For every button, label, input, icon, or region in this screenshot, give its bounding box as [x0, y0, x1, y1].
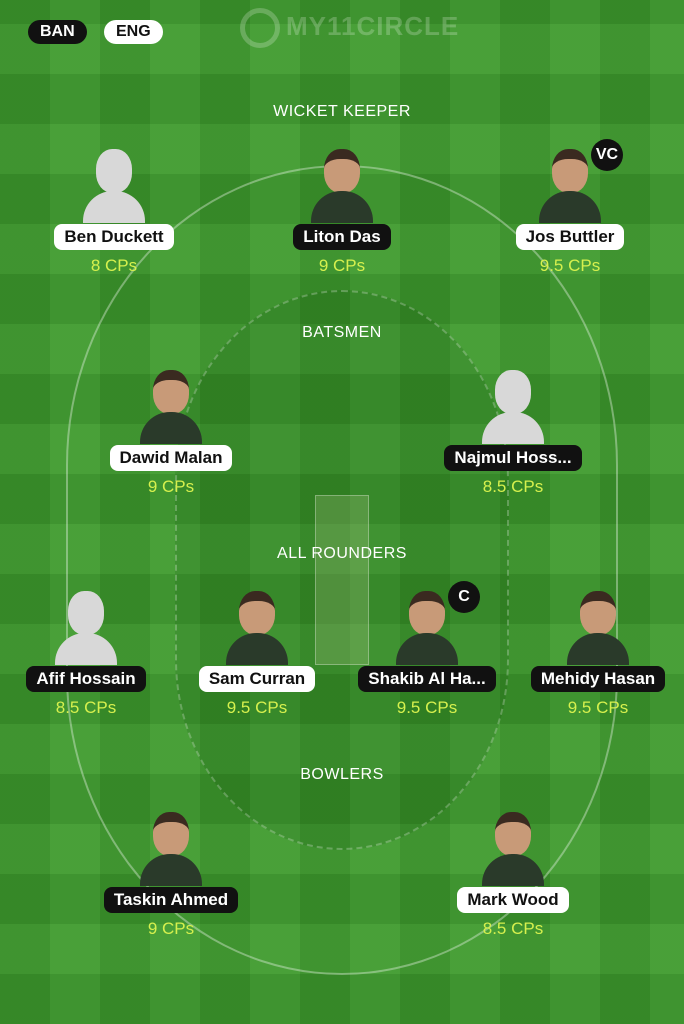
player-card[interactable]: Ben Duckett 8 CPs: [24, 145, 204, 276]
player-credits: 8.5 CPs: [482, 919, 544, 938]
player-placeholder-icon: [83, 145, 145, 223]
player-photo: [140, 366, 202, 444]
logo-text: MY11CIRCLE: [286, 10, 460, 41]
section-label: BOWLERS: [300, 766, 384, 783]
player-photo: [140, 808, 202, 886]
player-card[interactable]: Mehidy Hasan 9.5 CPs: [508, 587, 684, 718]
player-card[interactable]: Taskin Ahmed 9 CPs: [81, 808, 261, 939]
player-card[interactable]: VC Jos Buttler 9.5 CPs: [480, 139, 660, 276]
player-photo: [482, 808, 544, 886]
player-name: Taskin Ahmed: [103, 887, 239, 913]
player-credits: 9.5 CPs: [396, 698, 458, 717]
player-card[interactable]: Afif Hossain 8.5 CPs: [0, 587, 176, 718]
player-name: Afif Hossain: [26, 666, 146, 692]
player-credits: 9 CPs: [318, 256, 366, 275]
logo: MY11CIRCLE: [240, 8, 459, 48]
player-photo: [567, 587, 629, 665]
player-credits: 9.5 CPs: [539, 256, 601, 275]
player-credits: 9 CPs: [147, 919, 195, 938]
player-card[interactable]: Dawid Malan 9 CPs: [81, 366, 261, 497]
cricket-field: BAN ENG MY11CIRCLE WICKET KEEPER Ben Duc…: [0, 0, 684, 1024]
section-label: WICKET KEEPER: [273, 103, 411, 120]
player-card[interactable]: Najmul Hoss... 8.5 CPs: [423, 366, 603, 497]
player-photo: VC: [539, 139, 623, 223]
team-tag-eng: ENG: [104, 20, 163, 44]
player-name: Mark Wood: [457, 887, 569, 913]
player-card[interactable]: C Shakib Al Ha... 9.5 CPs: [337, 581, 517, 718]
player-name: Sam Curran: [198, 666, 316, 692]
player-credits: 8.5 CPs: [482, 477, 544, 496]
player-name: Najmul Hoss...: [444, 445, 582, 471]
player-name: Shakib Al Ha...: [358, 666, 496, 692]
player-name: Dawid Malan: [109, 445, 233, 471]
player-card[interactable]: Mark Wood 8.5 CPs: [423, 808, 603, 939]
player-placeholder-icon: [482, 366, 544, 444]
team-tag-ban: BAN: [28, 20, 87, 44]
player-credits: 9.5 CPs: [226, 698, 288, 717]
player-credits: 8.5 CPs: [55, 698, 117, 717]
player-photo: [311, 145, 373, 223]
player-credits: 8 CPs: [90, 256, 138, 275]
player-name: Ben Duckett: [54, 224, 174, 250]
player-name: Mehidy Hasan: [530, 666, 666, 692]
player-photo: C: [396, 581, 480, 665]
player-placeholder-icon: [55, 587, 117, 665]
logo-circle-icon: [240, 8, 280, 48]
section-label: ALL ROUNDERS: [277, 545, 407, 562]
player-credits: 9.5 CPs: [567, 698, 629, 717]
player-card[interactable]: Sam Curran 9.5 CPs: [167, 587, 347, 718]
role-badge: C: [448, 581, 480, 613]
player-card[interactable]: Liton Das 9 CPs: [252, 145, 432, 276]
player-name: Liton Das: [293, 224, 391, 250]
player-credits: 9 CPs: [147, 477, 195, 496]
player-name: Jos Buttler: [515, 224, 625, 250]
role-badge: VC: [591, 139, 623, 171]
section-label: BATSMEN: [302, 324, 382, 341]
player-photo: [226, 587, 288, 665]
